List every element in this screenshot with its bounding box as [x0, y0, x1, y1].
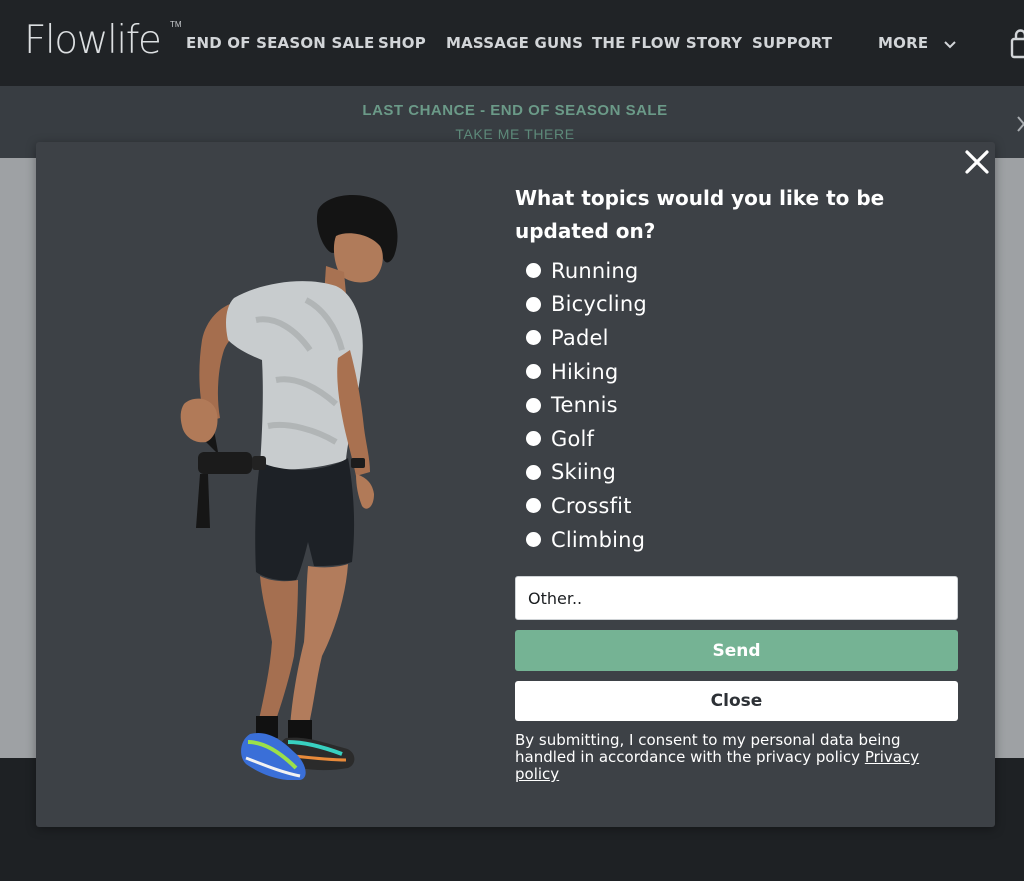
announcement-close-icon[interactable] — [1016, 114, 1024, 139]
topic-option-climbing[interactable]: Climbing — [515, 523, 960, 557]
nav-the-flow-story[interactable]: THE FLOW STORY — [592, 34, 742, 52]
topic-option-skiing[interactable]: Skiing — [515, 456, 960, 490]
radio-hiking[interactable] — [526, 364, 541, 380]
nav-shop[interactable]: SHOP — [378, 34, 426, 52]
topic-option-padel[interactable]: Padel — [515, 321, 960, 355]
topic-option-running[interactable]: Running — [515, 254, 960, 288]
radio-padel[interactable] — [526, 330, 541, 346]
announcement-link[interactable]: TAKE ME THERE — [0, 126, 1024, 142]
other-topic-input[interactable] — [515, 576, 958, 620]
site-header: Flowlife TM END OF SEASON SALE SHOP MASS… — [0, 0, 1024, 86]
topics-form: What topics would you like to be updated… — [515, 182, 960, 783]
nav-support[interactable]: SUPPORT — [752, 34, 832, 52]
close-button[interactable]: Close — [515, 681, 958, 721]
athlete-with-massage-gun-image — [176, 190, 416, 781]
radio-golf[interactable] — [526, 431, 541, 447]
shopping-bag-icon[interactable] — [1010, 28, 1024, 65]
topic-label-tennis: Tennis — [551, 393, 618, 418]
topic-label-hiking: Hiking — [551, 359, 619, 384]
radio-bicycling[interactable] — [526, 296, 541, 312]
topic-label-padel: Padel — [551, 325, 609, 350]
topic-label-bicycling: Bicycling — [551, 292, 647, 317]
topic-option-golf[interactable]: Golf — [515, 422, 960, 456]
announcement-title: LAST CHANCE - END OF SEASON SALE — [362, 102, 668, 119]
consent-message: By submitting, I consent to my personal … — [515, 731, 901, 766]
topic-label-running: Running — [551, 258, 639, 283]
topic-option-bicycling[interactable]: Bicycling — [515, 288, 960, 322]
topic-options: Running Bicycling Padel Hiking Tennis Go… — [515, 254, 960, 556]
topic-label-climbing: Climbing — [551, 527, 646, 552]
radio-skiing[interactable] — [526, 464, 541, 480]
form-heading: What topics would you like to be updated… — [515, 186, 885, 243]
send-button[interactable]: Send — [515, 630, 958, 671]
topic-label-skiing: Skiing — [551, 460, 616, 485]
radio-tennis[interactable] — [526, 397, 541, 413]
radio-running[interactable] — [526, 263, 541, 279]
nav-more[interactable]: MORE — [878, 34, 956, 53]
nav-massage-guns[interactable]: MASSAGE GUNS — [446, 34, 583, 52]
modal-close-icon[interactable] — [962, 147, 992, 177]
radio-crossfit[interactable] — [526, 498, 541, 514]
radio-climbing[interactable] — [526, 532, 541, 548]
topic-option-hiking[interactable]: Hiking — [515, 355, 960, 389]
topic-option-crossfit[interactable]: Crossfit — [515, 489, 960, 523]
chevron-down-icon — [944, 35, 956, 53]
topics-popup: What topics would you like to be updated… — [36, 142, 995, 827]
trademark-mark: TM — [170, 20, 182, 29]
topic-label-crossfit: Crossfit — [551, 493, 632, 518]
topic-label-golf: Golf — [551, 426, 595, 451]
consent-text: By submitting, I consent to my personal … — [515, 732, 945, 783]
topic-option-tennis[interactable]: Tennis — [515, 388, 960, 422]
nav-end-of-season-sale[interactable]: END OF SEASON SALE — [186, 34, 375, 52]
nav-more-label: MORE — [878, 34, 929, 52]
flowlife-logo[interactable]: Flowlife — [24, 18, 162, 63]
